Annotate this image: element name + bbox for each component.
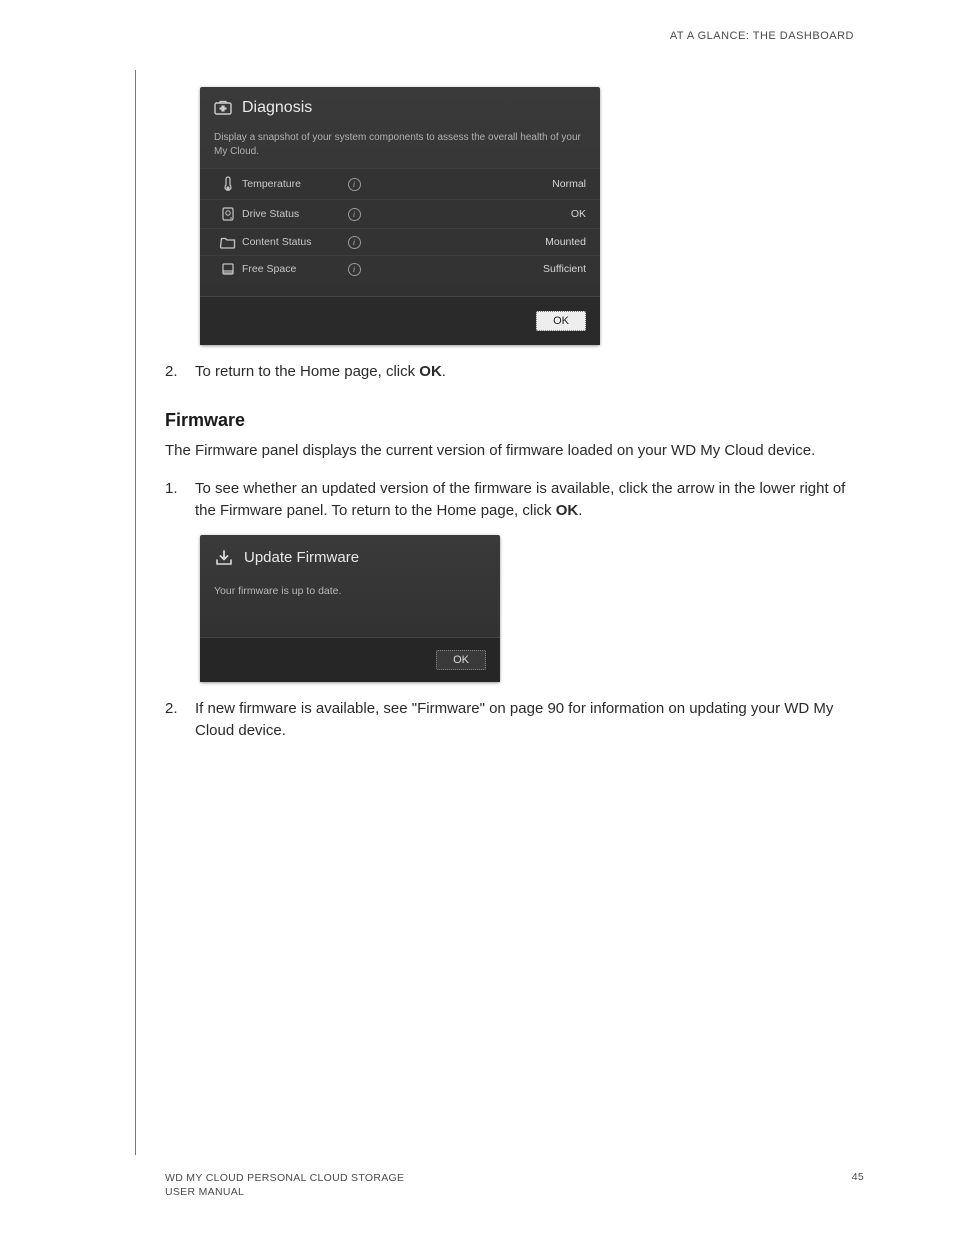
- info-icon[interactable]: i: [342, 263, 366, 276]
- row-label: Drive Status: [242, 208, 342, 220]
- diagnosis-header: Diagnosis: [200, 87, 600, 125]
- main-content: Diagnosis Display a snapshot of your sys…: [165, 72, 864, 743]
- firmware-footer: OK: [200, 637, 500, 682]
- text-bold: OK: [419, 363, 442, 380]
- step-check-firmware: 1. To see whether an updated version of …: [165, 478, 864, 523]
- row-label: Temperature: [242, 178, 342, 190]
- firmware-heading: Firmware: [165, 410, 864, 431]
- firmware-message: Your firmware is up to date.: [200, 575, 500, 637]
- step-return-home: 2. To return to the Home page, click OK.: [165, 361, 864, 384]
- step-text: To return to the Home page, click OK.: [195, 361, 864, 384]
- step-new-firmware: 2. If new firmware is available, see "Fi…: [165, 698, 864, 743]
- diagnosis-title: Diagnosis: [242, 99, 312, 117]
- row-value: Mounted: [366, 236, 586, 248]
- row-label: Free Space: [242, 263, 342, 275]
- step-number: 2.: [165, 698, 183, 743]
- row-value: OK: [366, 208, 586, 220]
- row-value: Sufficient: [366, 263, 586, 275]
- info-icon[interactable]: i: [342, 178, 366, 191]
- medical-plus-icon: [214, 100, 232, 116]
- page-footer: WD MY CLOUD PERSONAL CLOUD STORAGE USER …: [165, 1171, 864, 1199]
- drive-icon: [214, 206, 242, 222]
- firmware-intro: The Firmware panel displays the current …: [165, 439, 864, 462]
- footer-line1: WD MY CLOUD PERSONAL CLOUD STORAGE: [165, 1172, 404, 1184]
- margin-rule: [135, 70, 136, 1155]
- diagnosis-row-content-status: Content Status i Mounted: [200, 228, 600, 255]
- row-label: Content Status: [242, 236, 342, 248]
- diagnosis-row-temperature: Temperature i Normal: [200, 168, 600, 199]
- storage-icon: [214, 262, 242, 276]
- text-fragment: .: [578, 502, 582, 519]
- firmware-title: Update Firmware: [244, 549, 359, 566]
- step-text: To see whether an updated version of the…: [195, 478, 864, 523]
- info-icon[interactable]: i: [342, 236, 366, 249]
- diagnosis-footer: OK: [200, 296, 600, 345]
- text-bold: OK: [556, 502, 579, 519]
- footer-title: WD MY CLOUD PERSONAL CLOUD STORAGE USER …: [165, 1171, 404, 1199]
- step-number: 2.: [165, 361, 183, 384]
- text-fragment: .: [442, 363, 446, 380]
- step-number: 1.: [165, 478, 183, 523]
- diagnosis-row-free-space: Free Space i Sufficient: [200, 255, 600, 282]
- diagnosis-row-drive-status: Drive Status i OK: [200, 199, 600, 228]
- thermometer-icon: [214, 175, 242, 193]
- header-breadcrumb: AT A GLANCE: THE DASHBOARD: [135, 30, 864, 42]
- firmware-panel: Update Firmware Your firmware is up to d…: [200, 535, 500, 682]
- download-icon: [214, 549, 234, 567]
- row-value: Normal: [366, 178, 586, 190]
- firmware-header: Update Firmware: [200, 535, 500, 575]
- diagnosis-description: Display a snapshot of your system compon…: [200, 125, 600, 168]
- page-number: 45: [852, 1171, 864, 1199]
- firmware-ok-button[interactable]: OK: [436, 650, 486, 670]
- step-text: If new firmware is available, see "Firmw…: [195, 698, 864, 743]
- text-fragment: To return to the Home page, click: [195, 363, 419, 380]
- footer-line2: USER MANUAL: [165, 1186, 244, 1198]
- diagnosis-panel: Diagnosis Display a snapshot of your sys…: [200, 87, 600, 345]
- text-fragment: To see whether an updated version of the…: [195, 480, 845, 520]
- info-icon[interactable]: i: [342, 208, 366, 221]
- diagnosis-ok-button[interactable]: OK: [536, 311, 586, 331]
- folder-icon: [214, 235, 242, 249]
